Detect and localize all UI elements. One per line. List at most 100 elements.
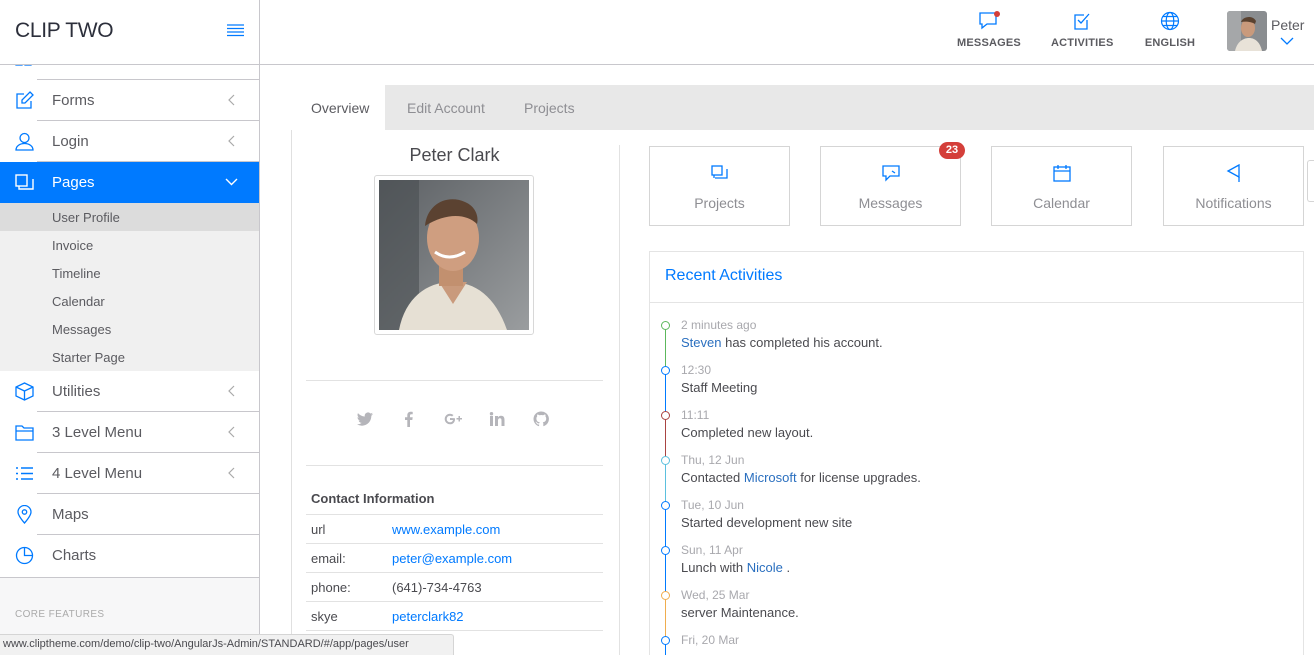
contact-row-skype: skye peterclark82 bbox=[306, 601, 603, 630]
twitter-icon[interactable] bbox=[356, 411, 374, 427]
chat-icon bbox=[882, 164, 900, 182]
timeline-dot bbox=[661, 366, 670, 375]
submenu-item-timeline[interactable]: Timeline bbox=[0, 259, 259, 287]
tab-projects[interactable]: Projects bbox=[524, 85, 575, 130]
brand-logo[interactable]: CLIP TWO bbox=[15, 19, 114, 43]
sidebar-item-label: Pages bbox=[52, 174, 95, 191]
sidebar-item-maps[interactable]: Maps bbox=[0, 494, 259, 535]
folder-icon bbox=[15, 423, 34, 442]
timeline-item: Tue, 10 Jun Started development new site bbox=[650, 498, 1303, 549]
skype-link[interactable]: peterclark82 bbox=[392, 609, 464, 624]
activities-label: ACTIVITIES bbox=[1051, 37, 1114, 49]
language-button[interactable]: ENGLISH bbox=[1144, 11, 1196, 49]
github-icon[interactable] bbox=[532, 411, 550, 427]
timeline-dot bbox=[661, 636, 670, 645]
timeline-item: Wed, 25 Mar server Maintenance. bbox=[650, 588, 1303, 639]
contact-row-url: url www.example.com bbox=[306, 514, 603, 543]
calendar-button[interactable]: Calendar bbox=[991, 146, 1132, 226]
chevron-left-icon bbox=[227, 467, 235, 479]
sidebar-item-label: Login bbox=[52, 133, 89, 150]
calendar-icon bbox=[1053, 164, 1071, 182]
timeline-dot bbox=[661, 546, 670, 555]
email-link[interactable]: peter@example.com bbox=[392, 551, 512, 566]
contact-title: Contact Information bbox=[311, 491, 435, 506]
url-link[interactable]: www.example.com bbox=[392, 522, 500, 537]
location-pin-icon bbox=[15, 505, 34, 524]
avatar[interactable] bbox=[1227, 11, 1267, 51]
contact-row-phone: phone: (641)-734-4763 bbox=[306, 572, 603, 601]
tab-edit-account[interactable]: Edit Account bbox=[407, 85, 485, 130]
topbar: MESSAGES ACTIVITIES ENGLISH Peter bbox=[260, 0, 1314, 65]
timeline-item: Thu, 12 Jun Contacted Microsoft for lice… bbox=[650, 453, 1303, 504]
projects-button[interactable]: Projects bbox=[649, 146, 790, 226]
sidebar-item-pages[interactable]: Pages bbox=[0, 162, 259, 203]
checkbox-icon bbox=[1073, 11, 1091, 31]
chat-icon bbox=[978, 11, 1000, 31]
sidebar-item-forms[interactable]: Forms bbox=[0, 80, 259, 121]
button-label: Projects bbox=[694, 195, 745, 211]
sidebar-item-label: Maps bbox=[52, 506, 89, 523]
messages-card-button[interactable]: Messages bbox=[820, 146, 961, 226]
submenu-item-invoice[interactable]: Invoice bbox=[0, 231, 259, 259]
user-name[interactable]: Peter bbox=[1271, 17, 1304, 33]
sidebar-item-label: Charts bbox=[52, 547, 97, 564]
submenu-item-calendar[interactable]: Calendar bbox=[0, 287, 259, 315]
sidebar-item-4-level-menu[interactable]: 4 Level Menu bbox=[0, 453, 259, 494]
messages-button[interactable]: MESSAGES bbox=[957, 11, 1021, 49]
timeline-item: 11:11 Completed new layout. bbox=[650, 408, 1303, 459]
divider bbox=[306, 630, 603, 631]
divider bbox=[306, 380, 603, 381]
chevron-down-icon[interactable] bbox=[1280, 37, 1294, 45]
timeline-dot bbox=[661, 456, 670, 465]
pages-submenu: User Profile Invoice Timeline Calendar M… bbox=[0, 203, 259, 371]
sidebar-item-3-level-menu[interactable]: 3 Level Menu bbox=[0, 412, 259, 453]
social-links bbox=[356, 411, 550, 427]
company-link[interactable]: Microsoft bbox=[744, 470, 797, 485]
timeline-dot bbox=[661, 501, 670, 510]
sidebar-item-utilities[interactable]: Utilities bbox=[0, 371, 259, 412]
chevron-left-icon bbox=[227, 426, 235, 438]
linkedin-icon[interactable] bbox=[488, 411, 506, 427]
messages-label: MESSAGES bbox=[957, 37, 1021, 49]
recent-activities-panel: Recent Activities 2 minutes ago Steven h… bbox=[649, 251, 1304, 655]
more-button-partial[interactable] bbox=[1307, 160, 1314, 202]
pie-chart-icon bbox=[15, 546, 34, 565]
brand-header: CLIP TWO bbox=[0, 0, 259, 65]
sidebar-item-label: 3 Level Menu bbox=[52, 424, 143, 441]
submenu-item-user-profile[interactable]: User Profile bbox=[0, 203, 259, 231]
list-icon bbox=[15, 464, 34, 483]
timeline-dot bbox=[661, 321, 670, 330]
profile-tabs: Overview Edit Account Projects bbox=[291, 85, 1314, 130]
user-link[interactable]: Nicole bbox=[747, 560, 783, 575]
button-label: Messages bbox=[858, 195, 923, 211]
timeline-item: 12:30 Staff Meeting bbox=[650, 363, 1303, 414]
sidebar-item-login[interactable]: Login bbox=[0, 121, 259, 162]
divider bbox=[306, 465, 603, 466]
activities-button[interactable]: ACTIVITIES bbox=[1051, 11, 1113, 49]
facebook-icon[interactable] bbox=[400, 411, 418, 427]
hamburger-menu-icon[interactable] bbox=[227, 24, 244, 37]
cube-icon bbox=[15, 382, 34, 401]
chevron-down-icon bbox=[225, 178, 238, 186]
tab-overview[interactable]: Overview bbox=[291, 85, 385, 130]
chevron-left-icon bbox=[227, 135, 235, 147]
contact-row-email: email: peter@example.com bbox=[306, 543, 603, 572]
globe-icon bbox=[1160, 11, 1180, 31]
sidebar-item-charts[interactable]: Charts bbox=[0, 535, 259, 576]
sidebar-item-label: Forms bbox=[52, 92, 95, 109]
chevron-left-icon bbox=[227, 94, 235, 106]
user-link[interactable]: Steven bbox=[681, 335, 721, 350]
google-plus-icon[interactable] bbox=[444, 411, 462, 427]
copy-icon bbox=[15, 173, 34, 192]
column-divider bbox=[619, 145, 620, 655]
flag-icon bbox=[1225, 164, 1243, 182]
submenu-item-messages[interactable]: Messages bbox=[0, 315, 259, 343]
timeline-dot bbox=[661, 411, 670, 420]
submenu-item-starter-page[interactable]: Starter Page bbox=[0, 343, 259, 371]
timeline-dot bbox=[661, 591, 670, 600]
notifications-button[interactable]: Notifications bbox=[1163, 146, 1304, 226]
timeline-item: Sun, 11 Apr Lunch with Nicole . bbox=[650, 543, 1303, 594]
messages-count-badge: 23 bbox=[939, 142, 965, 159]
sidebar-item-label: Utilities bbox=[52, 383, 101, 400]
button-label: Notifications bbox=[1195, 195, 1272, 211]
